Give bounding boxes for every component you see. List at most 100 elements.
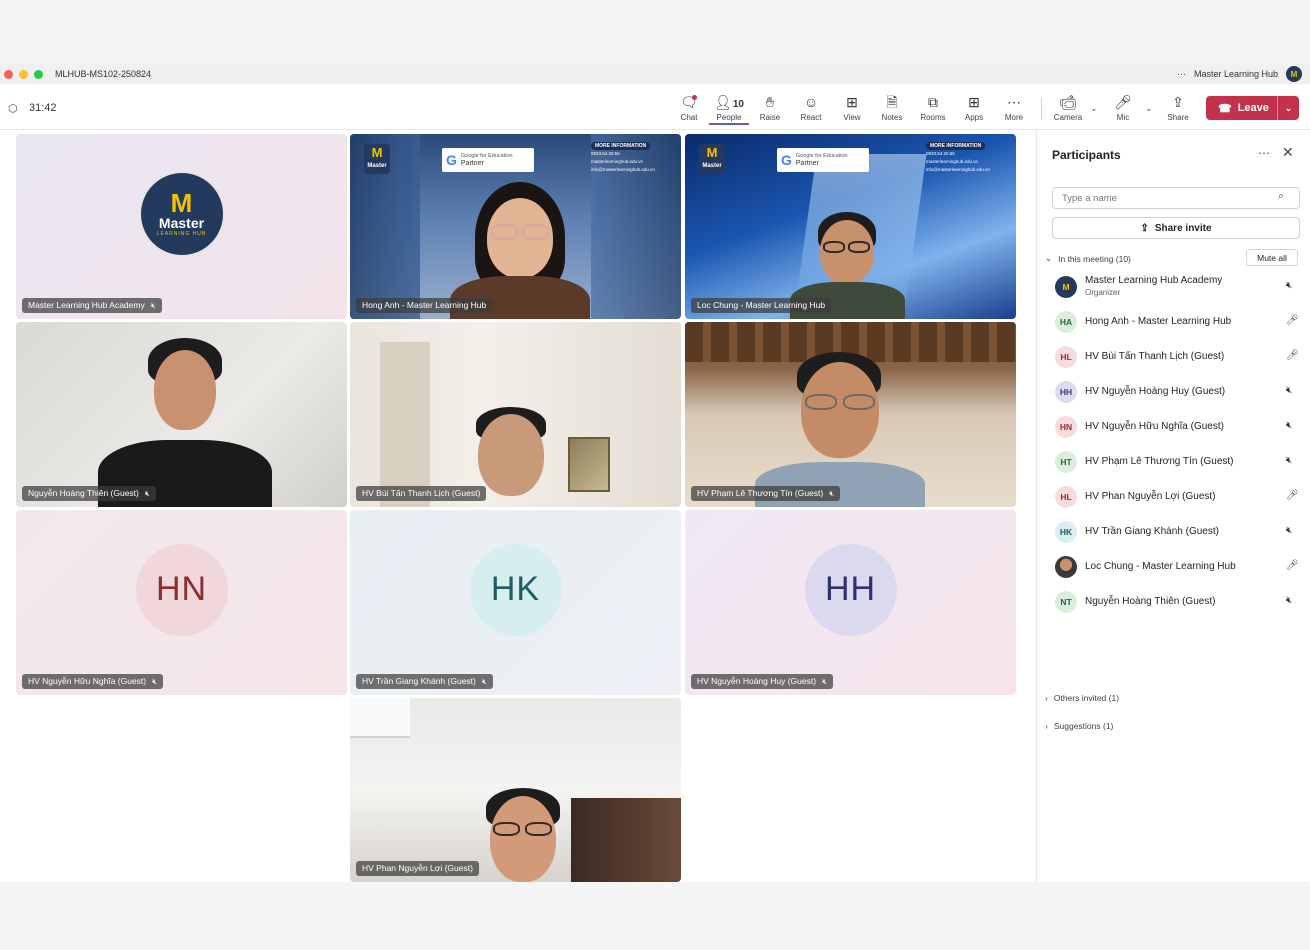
video-tile[interactable]: M Master G Google for Education Partner MOR… [685, 134, 1016, 319]
share-button[interactable]: ⇪ Share [1158, 93, 1198, 122]
video-tile[interactable]: M Master LEARNING HUB Master Learning Hu… [16, 134, 347, 319]
participant-row[interactable]: HA Hong Anh - Master Learning Hub 🎤︎ [1037, 305, 1310, 340]
others-invited-toggle[interactable]: › Others invited (1) [1045, 693, 1119, 703]
rooms-button[interactable]: ⧉ Rooms [913, 93, 953, 122]
react-button[interactable]: ☺︎ React [791, 93, 831, 122]
panel-title: Participants [1052, 148, 1121, 162]
suggestions-toggle[interactable]: › Suggestions (1) [1045, 721, 1113, 731]
wall-panel [380, 342, 430, 507]
meeting-toolbar: ⬡ 31:42 🗨︎ Chat 👤︎10 People ✋︎ Raise ☺︎ … [0, 84, 1310, 130]
avatar: HL [1055, 346, 1077, 368]
participant-row[interactable]: NT Nguyễn Hoàng Thiên (Guest) 🔇︎ [1037, 585, 1310, 620]
account-avatar[interactable]: M [1286, 66, 1302, 82]
video-tile[interactable]: HH HV Nguyễn Hoàng Huy (Guest) 🔇︎ [685, 510, 1016, 695]
share-invite-label: Share invite [1154, 222, 1212, 234]
search-input[interactable] [1052, 187, 1300, 209]
glasses [525, 822, 552, 836]
tile-name: HV Phan Nguyễn Lợi (Guest) [362, 863, 473, 873]
more-button[interactable]: ⋯ More [994, 93, 1034, 122]
participant-row[interactable]: Loc Chung - Master Learning Hub 🎤︎ [1037, 550, 1310, 585]
hand-icon: ✋︎ [766, 94, 774, 110]
mic-off-icon: 🔇︎ [1286, 525, 1293, 536]
participant-row[interactable]: HL HV Phan Nguyễn Lợi (Guest) 🎤︎ [1037, 480, 1310, 515]
apps-button[interactable]: ⊞ Apps [954, 93, 994, 122]
close-icon[interactable]: ✕ [1282, 144, 1294, 161]
mic-off-icon: 🔇︎ [1286, 420, 1293, 431]
participant-name: HV Bùi Tấn Thanh Lịch (Guest) [1085, 351, 1225, 362]
info-phone: 0933.54.20.55 [591, 151, 620, 156]
close-window-button[interactable] [4, 69, 13, 79]
zoom-window-button[interactable] [34, 69, 43, 79]
participant-row[interactable]: HN HV Nguyễn Hữu Nghĩa (Guest) 🔇︎ [1037, 410, 1310, 445]
initials-avatar: HH [804, 543, 897, 636]
camera-button[interactable]: 📹︎ Camera [1048, 93, 1088, 122]
video-tile[interactable]: HV Bùi Tấn Thanh Lịch (Guest) [350, 322, 681, 507]
mute-all-button[interactable]: Mute all [1246, 249, 1298, 266]
brand-badge-word: Master [367, 163, 387, 169]
share-label: Share [1167, 113, 1189, 122]
rooms-label: Rooms [920, 113, 946, 122]
mic-options-chevron-icon[interactable]: ⌄ [1145, 103, 1153, 114]
raise-hand-button[interactable]: ✋︎ Raise [750, 93, 790, 122]
avatar: HN [1055, 416, 1077, 438]
participant-row[interactable]: HH HV Nguyễn Hoàng Huy (Guest) 🔇︎ [1037, 375, 1310, 410]
participant-name-tag: Master Learning Hub Academy 🔇︎ [22, 298, 162, 313]
participant-row[interactable]: M Master Learning Hub Academy Organizer … [1037, 270, 1310, 305]
participant-name: HV Nguyễn Hoàng Huy (Guest) [1085, 386, 1226, 397]
minimize-window-button[interactable] [19, 69, 28, 79]
tile-name: Loc Chung - Master Learning Hub [697, 300, 826, 310]
avatar: HH [1055, 381, 1077, 403]
participant-name: HV Trần Giang Khánh (Guest) [1085, 526, 1219, 537]
participant-row[interactable]: HK HV Trần Giang Khánh (Guest) 🔇︎ [1037, 515, 1310, 550]
participants-panel: Participants ⋯ ✕ ⌕ ⇪ Share invite ⌄ In t… [1036, 130, 1310, 882]
mic-off-icon: 🔇︎ [1286, 280, 1293, 291]
video-tile[interactable]: HV Phan Nguyễn Lợi (Guest) [350, 698, 681, 882]
video-tile[interactable]: Nguyễn Hoàng Thiên (Guest) 🔇︎ [16, 322, 347, 507]
camera-options-chevron-icon[interactable]: ⌄ [1090, 103, 1098, 114]
partner-line2: Partner [795, 159, 819, 167]
mic-icon: 🎤︎ [1286, 315, 1299, 326]
mic-off-icon: 🎤︎ [1114, 94, 1132, 110]
notes-button[interactable]: 🗎︎ Notes [872, 93, 912, 122]
leave-options-chevron-icon[interactable]: ⌄ [1277, 96, 1299, 120]
video-tile[interactable]: HV Phạm Lê Thương Tín (Guest) 🔇︎ [685, 322, 1016, 507]
tile-name: HV Nguyễn Hoàng Huy (Guest) [697, 676, 817, 686]
avatar: HL [1055, 486, 1077, 508]
panel-more-icon[interactable]: ⋯ [1258, 146, 1270, 160]
participant-row[interactable]: HL HV Bùi Tấn Thanh Lịch (Guest) 🎤︎ [1037, 340, 1310, 375]
search-icon: ⌕ [1278, 190, 1285, 202]
share-icon: ⇪ [1172, 94, 1184, 110]
tile-name: Master Learning Hub Academy [28, 300, 145, 310]
in-meeting-section-toggle[interactable]: ⌄ In this meeting (10) [1045, 253, 1131, 264]
info-web: masterlearninghub.edu.vn [926, 159, 979, 164]
title-more-icon[interactable]: ··· [1177, 69, 1186, 79]
chat-button[interactable]: 🗨︎ Chat [669, 93, 709, 122]
participant-row[interactable]: HT HV Phạm Lê Thương Tín (Guest) 🔇︎ [1037, 445, 1310, 480]
view-button[interactable]: ⊞ View [832, 93, 872, 122]
apps-label: Apps [964, 113, 984, 122]
participant-name: HV Phạm Lê Thương Tín (Guest) [1085, 456, 1234, 467]
participant-role: Organizer [1085, 288, 1121, 297]
mic-button[interactable]: 🎤︎ Mic [1103, 93, 1143, 122]
leave-button[interactable]: ☎︎ Leave ⌄ [1206, 96, 1299, 120]
video-tile[interactable]: HK HV Trần Giang Khánh (Guest) 🔇︎ [350, 510, 681, 695]
view-label: View [843, 113, 861, 122]
more-info-heading: MORE INFORMATION [926, 142, 986, 150]
video-tile[interactable]: M Master G Google for Education Partner MOR… [350, 134, 681, 319]
notes-label: Notes [881, 113, 903, 122]
google-partner-badge: G Google for Education Partner [777, 148, 869, 172]
ellipsis-icon: ⋯ [1007, 94, 1021, 110]
participant-name-tag: Nguyễn Hoàng Thiên (Guest) 🔇︎ [22, 486, 156, 501]
glasses [493, 822, 520, 836]
people-button[interactable]: 👤︎10 People [709, 93, 749, 125]
mic-off-icon: 🔇︎ [152, 677, 158, 686]
avatar: HT [1055, 451, 1077, 473]
participant-name-tag: HV Phan Nguyễn Lợi (Guest) [356, 861, 479, 876]
avatar: M [1055, 276, 1077, 298]
more-info-heading: MORE INFORMATION [591, 142, 651, 150]
share-invite-button[interactable]: ⇪ Share invite [1052, 217, 1300, 239]
video-tile[interactable]: HN HV Nguyễn Hữu Nghĩa (Guest) 🔇︎ [16, 510, 347, 695]
tile-name: Hong Anh - Master Learning Hub [362, 300, 487, 310]
partner-line1: Google for Education [795, 152, 848, 159]
mic-off-icon: 🔇︎ [829, 489, 835, 498]
